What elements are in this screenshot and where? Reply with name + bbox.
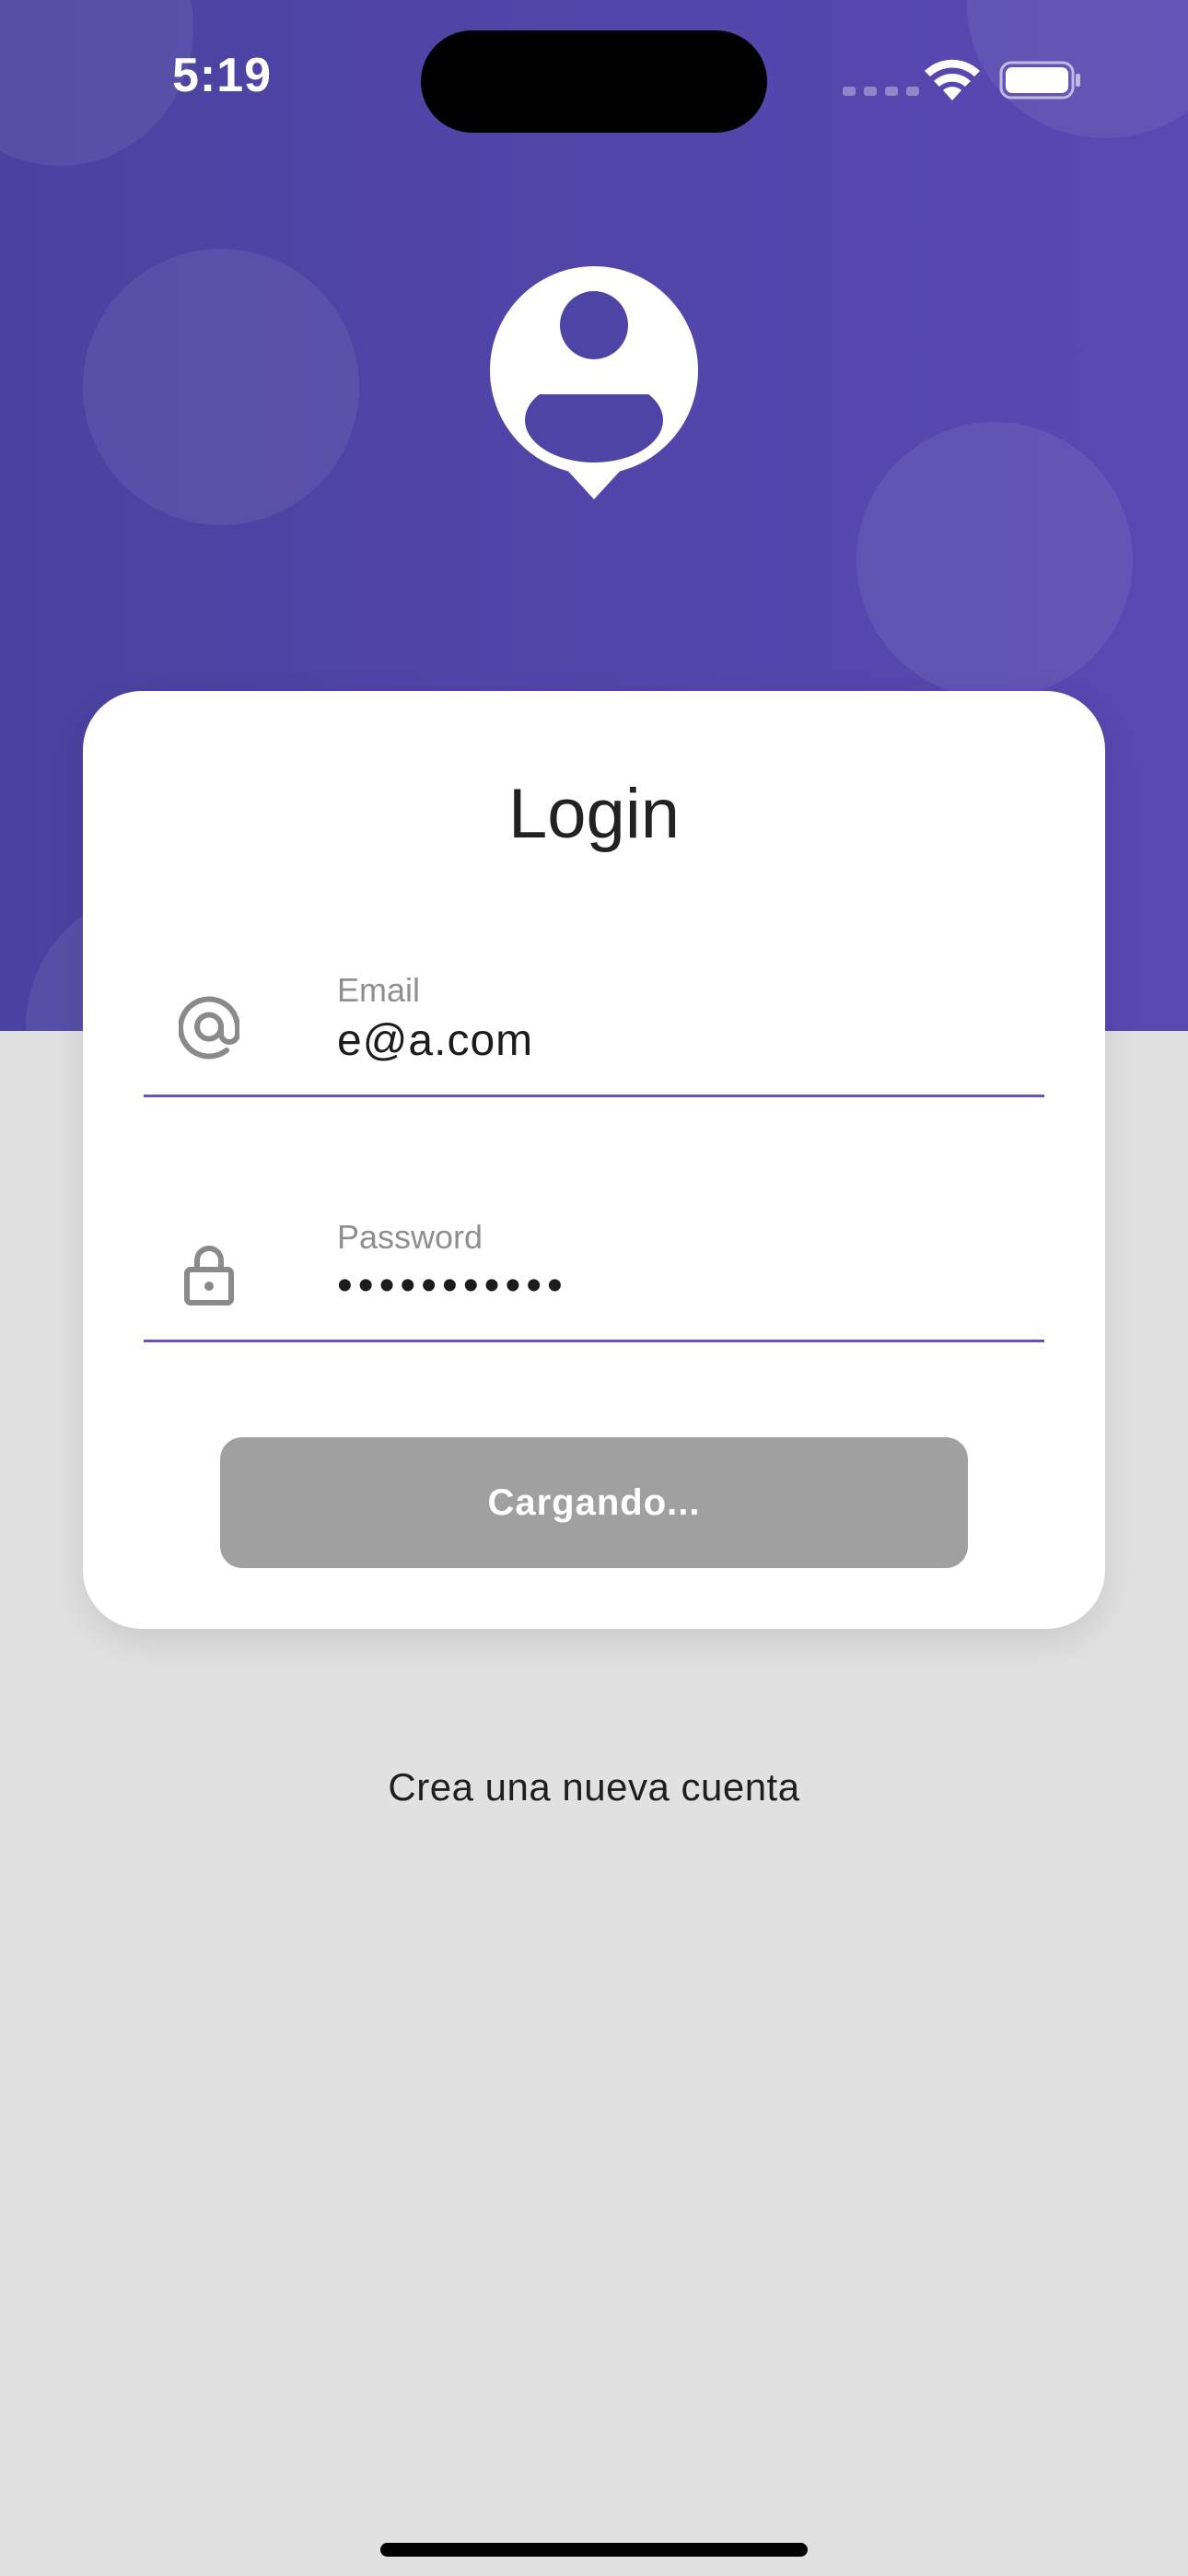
cellular-signal-icon (843, 87, 919, 96)
at-sign-icon (179, 996, 239, 1060)
email-label: Email (337, 971, 421, 1009)
home-indicator (380, 2543, 808, 2557)
status-time: 5:19 (172, 49, 273, 102)
decorative-bubble (83, 249, 359, 525)
wifi-icon (925, 59, 980, 100)
email-input[interactable]: e@a.com (337, 1015, 533, 1066)
password-input[interactable]: ••••••••••• (337, 1260, 568, 1311)
page-title: Login (508, 775, 680, 853)
decorative-bubble (856, 422, 1133, 698)
email-field[interactable]: Email e@a.com (144, 958, 1044, 1124)
decorative-bubble (0, 0, 193, 166)
password-label: Password (337, 1218, 483, 1256)
email-underline (144, 1095, 1044, 1097)
submit-button[interactable]: Cargando... (220, 1437, 968, 1568)
dynamic-island (421, 30, 767, 133)
battery-icon (999, 61, 1080, 100)
lock-icon (184, 1246, 234, 1306)
create-account-link[interactable]: Crea una nueva cuenta (0, 1765, 1188, 1809)
login-card: Login Email e@a.com Password •••••••••••… (83, 691, 1105, 1629)
password-underline (144, 1340, 1044, 1342)
password-field[interactable]: Password ••••••••••• (144, 1205, 1044, 1371)
user-location-pin-icon (490, 266, 698, 499)
